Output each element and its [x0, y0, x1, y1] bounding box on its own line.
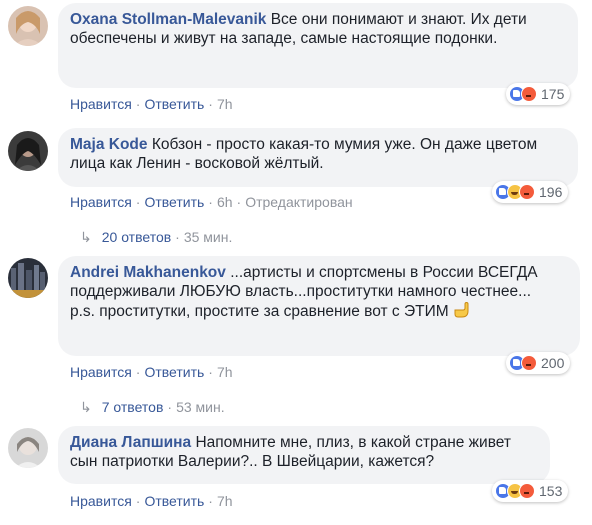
author-name[interactable]: Диана Лапшина — [70, 434, 191, 451]
avatar[interactable] — [8, 6, 48, 46]
reaction-count: 200 — [541, 355, 565, 371]
avatar[interactable] — [8, 258, 48, 298]
timestamp[interactable]: 7h — [217, 364, 233, 380]
reaction-count: 153 — [539, 483, 563, 499]
comment-actions: Нравится · Ответить · 7h — [70, 493, 233, 509]
replies-time: 53 мин. — [176, 399, 225, 415]
timestamp[interactable]: 7h — [217, 493, 233, 509]
reaction-count: 175 — [541, 86, 565, 102]
comment-bubble: Диана Лапшина Напомните мне, плиз, в как… — [58, 426, 550, 484]
angry-reaction-icon — [519, 184, 535, 200]
reactions-summary[interactable]: 175 — [506, 83, 571, 105]
reply-arrow-icon: ↳ — [80, 399, 92, 415]
comment-actions: Нравится · Ответить · 6h · Отредактирован — [70, 194, 353, 210]
author-name[interactable]: Andrei Makhanenkov — [70, 264, 226, 281]
reactions-summary[interactable]: 196 — [492, 181, 569, 203]
comment-actions: Нравится · Ответить · 7h — [70, 96, 233, 112]
reactions-summary[interactable]: 200 — [506, 352, 571, 374]
avatar[interactable] — [8, 428, 48, 468]
reply-link[interactable]: Ответить — [144, 364, 204, 380]
angry-reaction-icon — [521, 355, 537, 371]
angry-reaction-icon — [521, 86, 537, 102]
replies-count[interactable]: 20 ответов — [102, 229, 171, 245]
reply-link[interactable]: Ответить — [144, 493, 204, 509]
comment-text-ps: p.s. проститутки, простите за сравнение … — [70, 303, 449, 320]
timestamp[interactable]: 6h — [217, 194, 233, 210]
reactions-summary[interactable]: 153 — [492, 480, 569, 502]
reaction-count: 196 — [539, 184, 563, 200]
like-link[interactable]: Нравится — [70, 194, 132, 210]
timestamp[interactable]: 7h — [217, 96, 233, 112]
reply-link[interactable]: Ответить — [144, 96, 204, 112]
comment-actions: Нравится · Ответить · 7h — [70, 364, 233, 380]
edited-label[interactable]: Отредактирован — [245, 194, 352, 210]
pointing-hand-icon — [454, 301, 469, 318]
replies-link[interactable]: ↳ 7 ответов · 53 мин. — [80, 398, 225, 416]
author-name[interactable]: Oxana Stollman-Malevanik — [70, 11, 266, 28]
avatar[interactable] — [8, 131, 48, 171]
angry-reaction-icon — [519, 483, 535, 499]
comment-bubble: Andrei Makhanenkov ...артисты и спортсме… — [58, 256, 580, 356]
comment-bubble: Oxana Stollman-Malevanik Все они понимаю… — [58, 3, 578, 88]
like-link[interactable]: Нравится — [70, 493, 132, 509]
comment-bubble: Maja Kode Кобзон - просто какая-то мумия… — [58, 128, 578, 187]
replies-count[interactable]: 7 ответов — [102, 399, 164, 415]
replies-time: 35 мин. — [183, 229, 233, 245]
reply-link[interactable]: Ответить — [144, 194, 204, 210]
reply-arrow-icon: ↳ — [80, 229, 92, 245]
author-name[interactable]: Maja Kode — [70, 136, 148, 153]
like-link[interactable]: Нравится — [70, 96, 132, 112]
like-link[interactable]: Нравится — [70, 364, 132, 380]
replies-link[interactable]: ↳ 20 ответов · 35 мин. — [80, 228, 232, 246]
